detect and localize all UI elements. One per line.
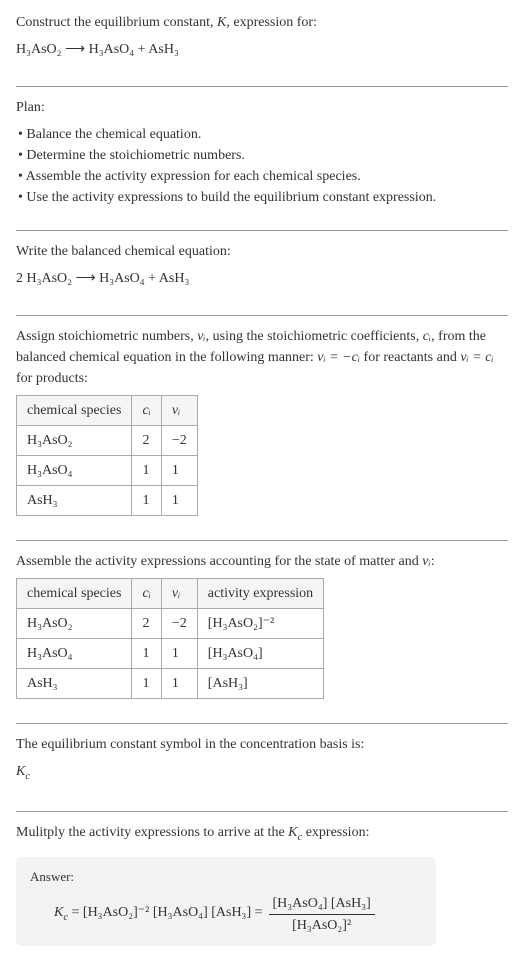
table-row: H₃AsO₂ 2 −2 [17,426,198,456]
cell-species: AsH₃ [17,669,132,699]
answer-box: Answer: Kc = [H₃AsO₂]⁻² [H₃AsO₄] [AsH₃] … [16,857,436,946]
table-row: AsH₃ 1 1 [AsH₃] [17,669,324,699]
cell-species: H₃AsO₂ [17,609,132,639]
k-symbol: K [217,15,226,30]
txt: Mulitply the activity expressions to arr… [16,825,288,840]
cell-species: AsH₃ [17,486,132,516]
fraction: [H₃AsO₄] [AsH₃] [H₃AsO₂]² [269,893,375,936]
plan-bullet: • Determine the stoichiometric numbers. [18,145,508,166]
question-text: Construct the equilibrium constant, K, e… [16,12,508,33]
stoich-intro: Assign stoichiometric numbers, νᵢ, using… [16,326,508,389]
table-header-row: chemical species cᵢ νᵢ activity expressi… [17,579,324,609]
divider [16,540,508,541]
rel2: νᵢ = cᵢ [460,350,493,365]
activity-table: chemical species cᵢ νᵢ activity expressi… [16,578,324,699]
plan-bullet: • Balance the chemical equation. [18,124,508,145]
cell-activity: [H₃AsO₄] [197,639,323,669]
numerator: [H₃AsO₄] [AsH₃] [269,893,375,915]
multiply-section: Mulitply the activity expressions to arr… [16,822,508,954]
symbol-section: The equilibrium constant symbol in the c… [16,734,508,801]
cell-nu: 1 [161,456,197,486]
stoichiometric-table: chemical species cᵢ νᵢ H₃AsO₂ 2 −2 H₃AsO… [16,395,198,516]
cell-nu: −2 [161,609,197,639]
cell-ci: 1 [132,486,161,516]
txt: , using the stoichiometric coefficients, [206,329,423,344]
cell-ci: 1 [132,639,161,669]
k: K [54,905,63,920]
rel1: νᵢ = −cᵢ [317,350,360,365]
plan-bullet: • Assemble the activity expression for e… [18,166,508,187]
k: K [288,825,297,840]
activity-heading: Assemble the activity expressions accoun… [16,551,508,572]
col-nu: νᵢ [161,579,197,609]
col-species: chemical species [17,396,132,426]
cell-ci: 1 [132,456,161,486]
cell-nu: 1 [161,669,197,699]
cell-species: H₃AsO₄ [17,456,132,486]
nu-symbol: νᵢ [422,554,430,569]
balanced-equation: 2 H₃AsO₂ ⟶ H₃AsO₄ + AsH₃ [16,268,508,289]
multiply-heading: Mulitply the activity expressions to arr… [16,822,508,846]
cell-species: H₃AsO₄ [17,639,132,669]
cell-species: H₃AsO₂ [17,426,132,456]
eq-text: = [H₃AsO₂]⁻² [H₃AsO₄] [AsH₃] = [68,905,262,920]
activity-section: Assemble the activity expressions accoun… [16,551,508,713]
plan-section: Plan: • Balance the chemical equation. •… [16,97,508,220]
k: K [16,764,25,779]
cell-ci: 2 [132,426,161,456]
col-activity: activity expression [197,579,323,609]
balanced-heading: Write the balanced chemical equation: [16,241,508,262]
symbol-heading: The equilibrium constant symbol in the c… [16,734,508,755]
kc-symbol: Kc [16,761,508,785]
txt: for reactants and [360,350,460,365]
cell-nu: 1 [161,639,197,669]
col-nu: νᵢ [161,396,197,426]
txt: Assign stoichiometric numbers, [16,329,197,344]
answer-label: Answer: [30,867,422,887]
table-row: H₃AsO₄ 1 1 [H₃AsO₄] [17,639,324,669]
divider [16,230,508,231]
cell-activity: [AsH₃] [197,669,323,699]
table-row: AsH₃ 1 1 [17,486,198,516]
plan-bullet: • Use the activity expressions to build … [18,187,508,208]
stoichiometric-section: Assign stoichiometric numbers, νᵢ, using… [16,326,508,530]
q-part2: , expression for: [226,15,317,30]
c-sub: c [25,771,30,782]
cell-ci: 1 [132,669,161,699]
kc-expression: Kc = [H₃AsO₂]⁻² [H₃AsO₄] [AsH₃] = [H₃AsO… [30,893,422,936]
col-ci: cᵢ [132,396,161,426]
nu-symbol: νᵢ [197,329,205,344]
table-header-row: chemical species cᵢ νᵢ [17,396,198,426]
txt: : [431,554,435,569]
divider [16,811,508,812]
cell-nu: 1 [161,486,197,516]
cell-ci: 2 [132,609,161,639]
col-ci: cᵢ [132,579,161,609]
lhs: Kc = [H₃AsO₂]⁻² [H₃AsO₄] [AsH₃] = [30,902,263,926]
table-row: H₃AsO₂ 2 −2 [H₃AsO₂]⁻² [17,609,324,639]
divider [16,723,508,724]
divider [16,86,508,87]
plan-heading: Plan: [16,97,508,118]
ci-symbol: cᵢ [423,329,431,344]
txt: expression: [302,825,369,840]
question-section: Construct the equilibrium constant, K, e… [16,12,508,76]
table-row: H₃AsO₄ 1 1 [17,456,198,486]
initial-equation: H₃AsO₂ ⟶ H₃AsO₄ + AsH₃ [16,39,508,60]
txt: for products: [16,371,88,386]
plan-list: • Balance the chemical equation. • Deter… [16,124,508,208]
denominator: [H₃AsO₂]² [288,915,355,936]
q-part1: Construct the equilibrium constant, [16,15,217,30]
cell-activity: [H₃AsO₂]⁻² [197,609,323,639]
balanced-section: Write the balanced chemical equation: 2 … [16,241,508,305]
col-species: chemical species [17,579,132,609]
txt: Assemble the activity expressions accoun… [16,554,422,569]
divider [16,315,508,316]
cell-nu: −2 [161,426,197,456]
